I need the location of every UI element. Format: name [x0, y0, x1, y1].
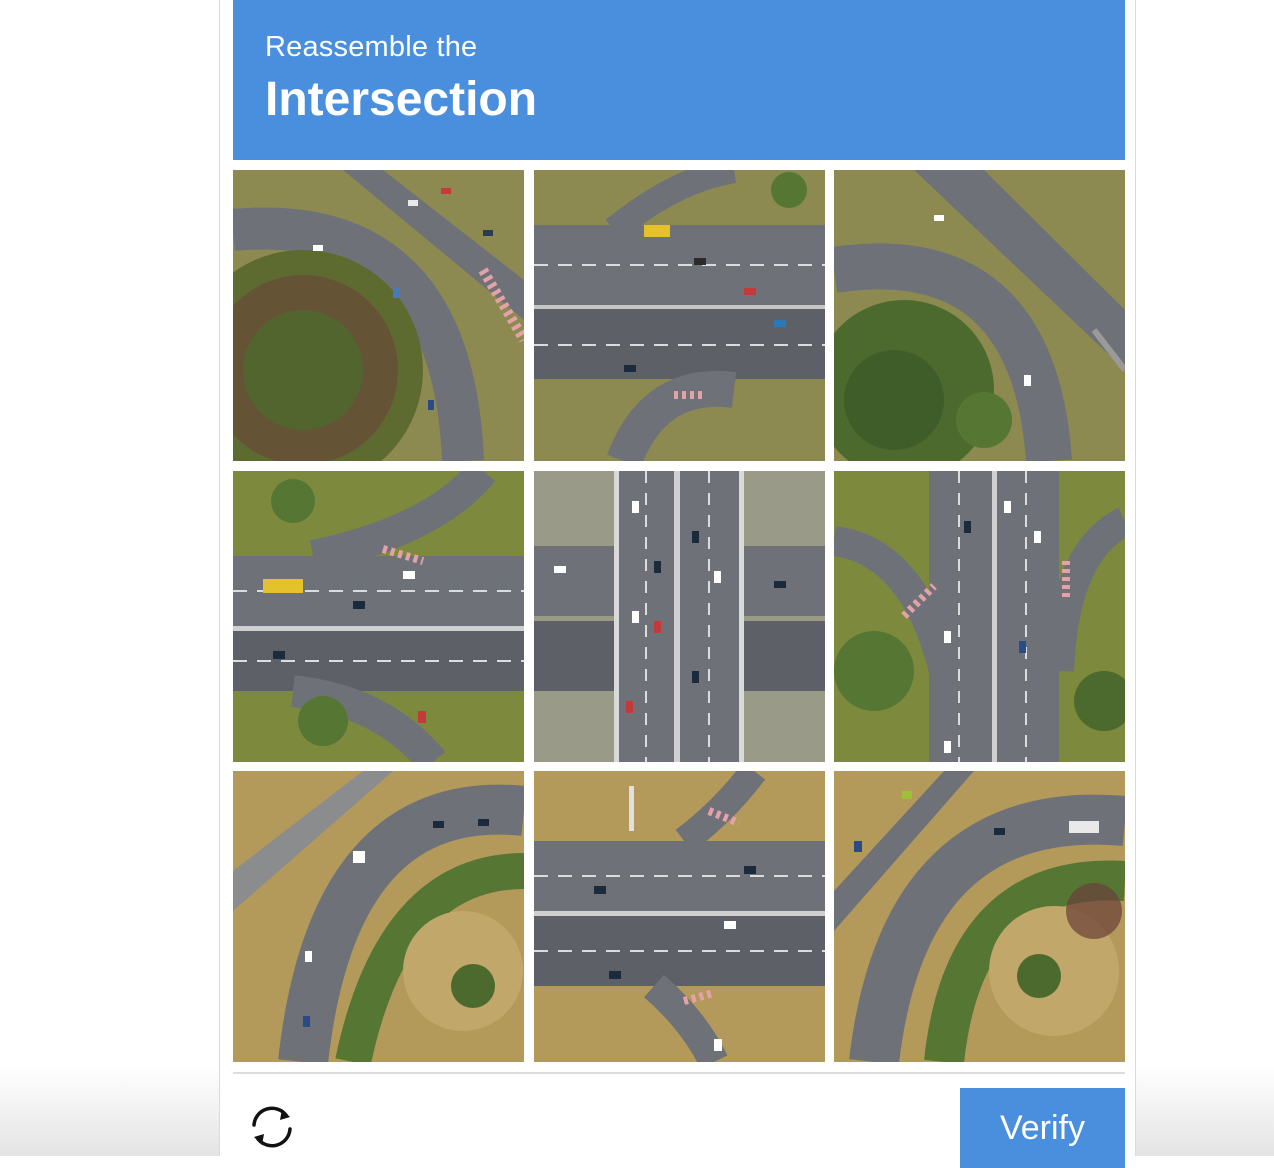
tile-2-1[interactable]	[233, 471, 524, 762]
tile-2-2[interactable]	[534, 471, 825, 762]
verify-button[interactable]: Verify	[960, 1088, 1125, 1168]
tile-3-2[interactable]	[534, 771, 825, 1062]
target-text: Intersection	[265, 72, 537, 127]
tile-1-1[interactable]	[233, 170, 524, 461]
challenge-header: Reassemble the Intersection	[233, 0, 1125, 160]
captcha-panel: Reassemble the Intersection	[219, 0, 1136, 1156]
reload-icon[interactable]	[246, 1101, 298, 1153]
tile-3-1[interactable]	[233, 771, 524, 1062]
tile-3-3[interactable]	[834, 771, 1125, 1062]
footer-divider	[233, 1072, 1125, 1074]
instruction-text: Reassemble the	[265, 31, 477, 64]
tile-1-2[interactable]	[534, 170, 825, 461]
tile-1-3[interactable]	[834, 170, 1125, 461]
puzzle-grid	[233, 170, 1125, 1062]
tile-2-3[interactable]	[834, 471, 1125, 762]
